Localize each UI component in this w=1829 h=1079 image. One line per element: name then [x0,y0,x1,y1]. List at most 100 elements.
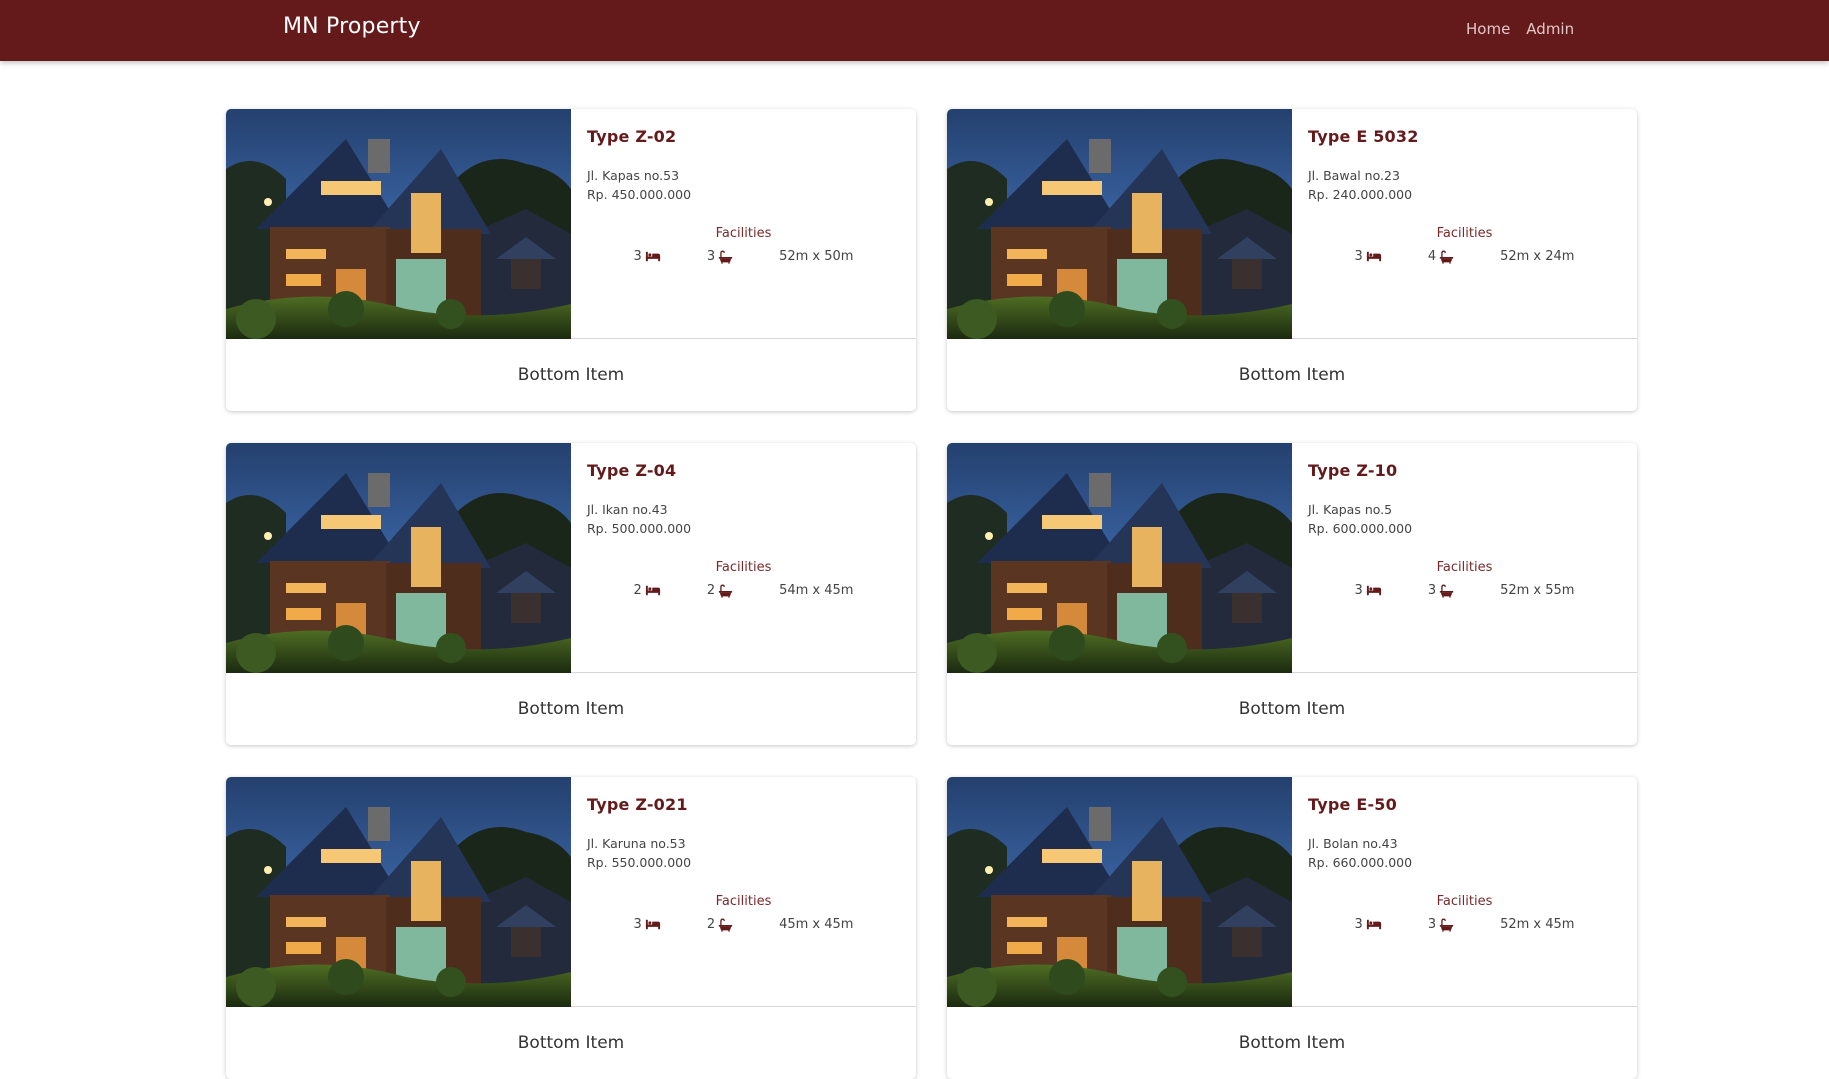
property-title[interactable]: Type E 5032 [1308,127,1621,146]
card-bottom-item[interactable]: Bottom Item [947,339,1637,411]
property-title[interactable]: Type Z-10 [1308,461,1621,480]
property-price: Rp. 600.000.000 [1308,521,1413,536]
house-photo [947,777,1292,1007]
property-price: Rp. 660.000.000 [1308,855,1413,870]
bedroom-count-value: 3 [633,917,642,932]
house-photo [947,109,1292,339]
bedroom-count-value: 3 [1354,917,1363,932]
card-top: Type E 5032 Jl. Bawal no.23 Rp. 240.000.… [947,109,1637,339]
bedroom-count-value: 2 [633,583,642,598]
card-body: Type Z-10 Jl. Kapas no.5 Rp. 600.000.000… [1292,443,1637,672]
bath-icon [718,584,733,598]
property-address: Jl. Karuna no.53 [587,836,686,851]
bedroom-count: 3 [1355,249,1382,264]
facilities-row: 3 2 45m x 45m [587,917,900,932]
card-bottom-item[interactable]: Bottom Item [226,1007,916,1079]
house-photo [226,777,571,1007]
facilities-row: 3 3 52m x 55m [1308,583,1621,598]
bathroom-count: 3 [1428,583,1454,598]
bathroom-count-value: 2 [706,917,716,932]
bathroom-count: 3 [1428,917,1454,932]
bedroom-count: 3 [1355,917,1382,932]
bathroom-count: 2 [707,583,733,598]
property-card[interactable]: Type E 5032 Jl. Bawal no.23 Rp. 240.000.… [947,109,1637,411]
land-size: 45m x 45m [779,917,854,932]
bath-icon [1439,250,1454,264]
bed-icon [1366,585,1382,596]
card-top: Type Z-04 Jl. Ikan no.43 Rp. 500.000.000… [226,443,916,673]
card-body: Type Z-021 Jl. Karuna no.53 Rp. 550.000.… [571,777,916,1006]
bedroom-count-value: 3 [1354,249,1363,264]
card-bottom-item[interactable]: Bottom Item [226,339,916,411]
bathroom-count-value: 3 [1427,917,1437,932]
bedroom-count: 3 [634,917,661,932]
facilities-label: Facilities [1436,226,1493,241]
facilities-label: Facilities [1436,560,1493,575]
card-body: Type E-50 Jl. Bolan no.43 Rp. 660.000.00… [1292,777,1637,1006]
land-size: 52m x 55m [1500,583,1575,598]
nav-link-admin[interactable]: Admin [1526,20,1574,38]
property-price: Rp. 500.000.000 [587,521,692,536]
house-photo [226,109,571,339]
property-title[interactable]: Type Z-04 [587,461,900,480]
bedroom-count-value: 3 [1354,583,1363,598]
bath-icon [1439,584,1454,598]
property-title[interactable]: Type Z-02 [587,127,900,146]
bed-icon [645,585,661,596]
property-card[interactable]: Type Z-04 Jl. Ikan no.43 Rp. 500.000.000… [226,443,916,745]
property-card[interactable]: Type Z-021 Jl. Karuna no.53 Rp. 550.000.… [226,777,916,1079]
facilities-label: Facilities [1436,894,1493,909]
card-body: Type Z-04 Jl. Ikan no.43 Rp. 500.000.000… [571,443,916,672]
property-title[interactable]: Type E-50 [1308,795,1621,814]
facilities-row: 3 3 52m x 45m [1308,917,1621,932]
bed-icon [1366,251,1382,262]
property-title[interactable]: Type Z-021 [587,795,900,814]
card-bottom-item[interactable]: Bottom Item [226,673,916,745]
bathroom-count: 4 [1428,249,1454,264]
top-navbar: MN Property Home Admin [0,0,1829,61]
property-price: Rp. 240.000.000 [1308,187,1413,202]
facilities-label: Facilities [715,894,772,909]
property-card[interactable]: Type Z-10 Jl. Kapas no.5 Rp. 600.000.000… [947,443,1637,745]
bed-icon [645,919,661,930]
nav-link-home[interactable]: Home [1466,20,1510,38]
brand-logo[interactable]: MN Property [283,14,421,39]
card-body: Type Z-02 Jl. Kapas no.53 Rp. 450.000.00… [571,109,916,338]
property-address: Jl. Bolan no.43 [1308,836,1398,851]
listing-grid: Type Z-02 Jl. Kapas no.53 Rp. 450.000.00… [226,109,1637,1079]
bathroom-count-value: 3 [706,249,716,264]
property-card[interactable]: Type Z-02 Jl. Kapas no.53 Rp. 450.000.00… [226,109,916,411]
bedroom-count: 3 [1355,583,1382,598]
bedroom-count-value: 3 [633,249,642,264]
property-address: Jl. Ikan no.43 [587,502,668,517]
card-bottom-item[interactable]: Bottom Item [947,1007,1637,1079]
land-size: 52m x 50m [779,249,854,264]
bed-icon [645,251,661,262]
facilities-row: 2 2 54m x 45m [587,583,900,598]
card-bottom-item[interactable]: Bottom Item [947,673,1637,745]
bathroom-count-value: 2 [706,583,716,598]
bath-icon [1439,918,1454,932]
facilities-row: 3 3 52m x 50m [587,249,900,264]
bathroom-count-value: 3 [1427,583,1437,598]
property-card[interactable]: Type E-50 Jl. Bolan no.43 Rp. 660.000.00… [947,777,1637,1079]
card-top: Type Z-10 Jl. Kapas no.5 Rp. 600.000.000… [947,443,1637,673]
bath-icon [718,918,733,932]
card-top: Type Z-021 Jl. Karuna no.53 Rp. 550.000.… [226,777,916,1007]
facilities-label: Facilities [715,560,772,575]
card-body: Type E 5032 Jl. Bawal no.23 Rp. 240.000.… [1292,109,1637,338]
property-address: Jl. Bawal no.23 [1308,168,1400,183]
property-price: Rp. 450.000.000 [587,187,692,202]
bedroom-count: 2 [634,583,661,598]
bath-icon [718,250,733,264]
facilities-row: 3 4 52m x 24m [1308,249,1621,264]
facilities-label: Facilities [715,226,772,241]
property-address: Jl. Kapas no.53 [587,168,680,183]
nav-links: Home Admin [1466,20,1574,38]
bathroom-count-value: 4 [1427,249,1437,264]
bed-icon [1366,919,1382,930]
card-top: Type Z-02 Jl. Kapas no.53 Rp. 450.000.00… [226,109,916,339]
bathroom-count: 3 [707,249,733,264]
land-size: 52m x 24m [1500,249,1575,264]
property-address: Jl. Kapas no.5 [1308,502,1393,517]
